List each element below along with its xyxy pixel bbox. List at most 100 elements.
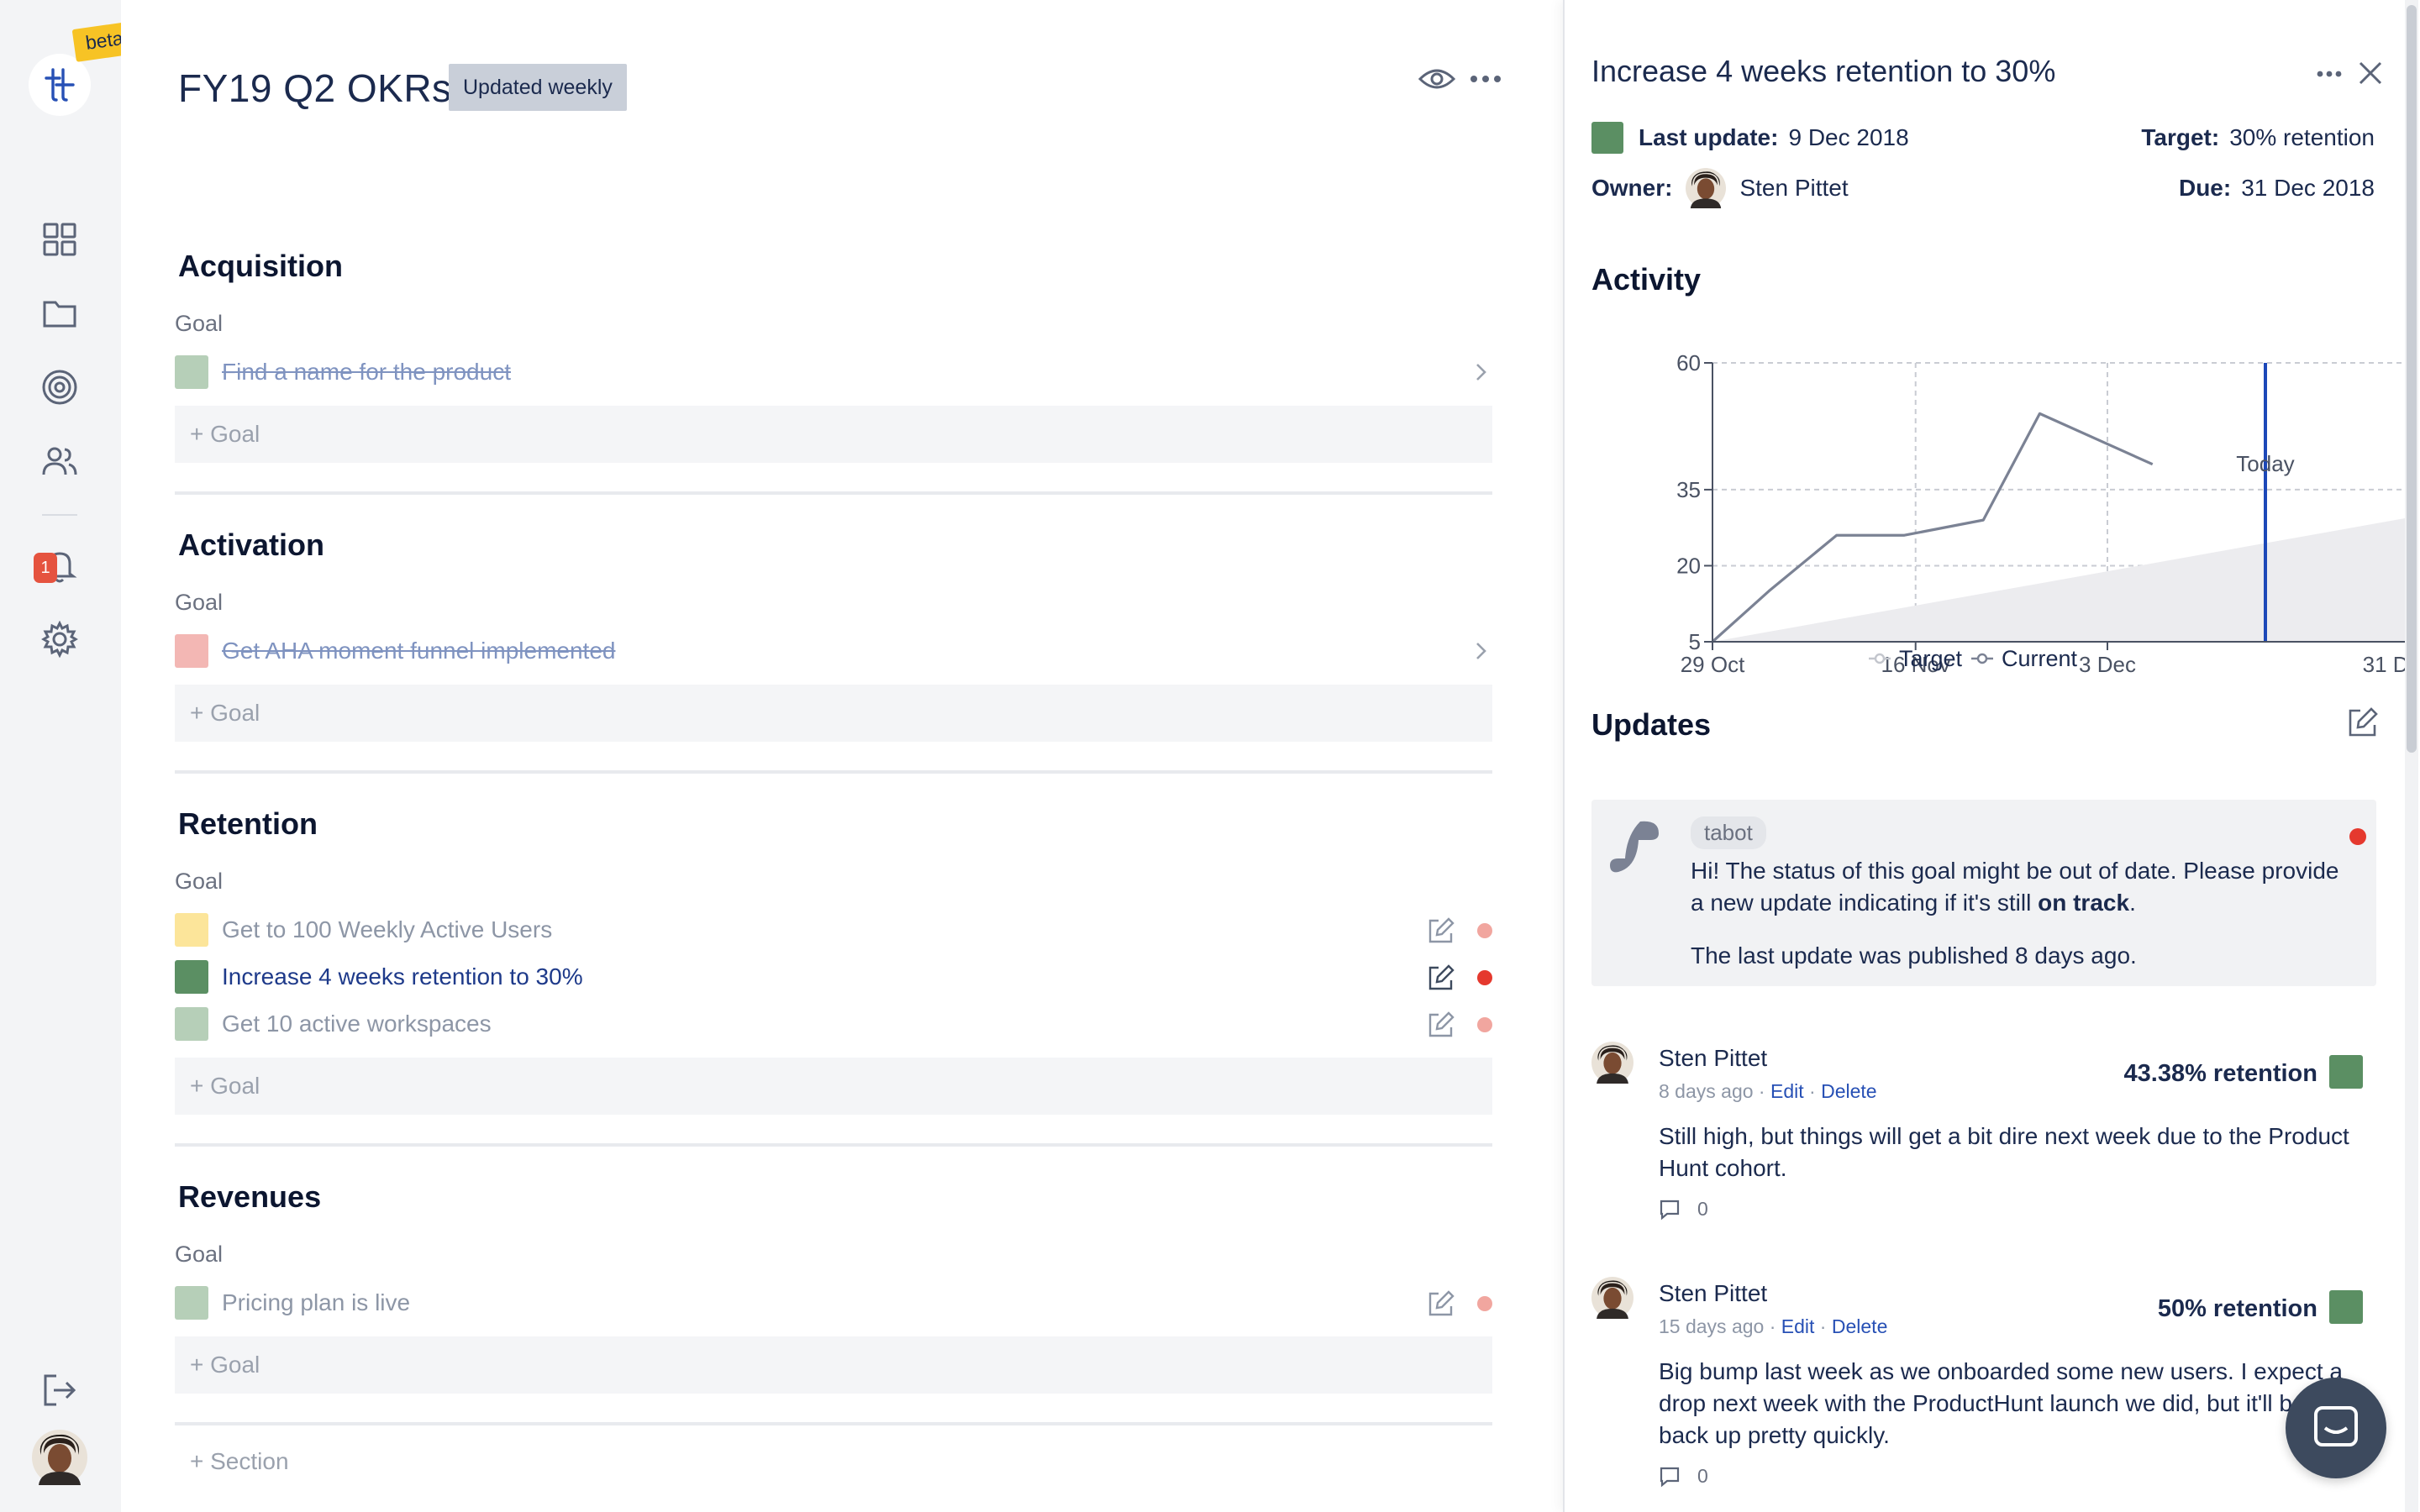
target-group: Target: 30% retention xyxy=(2141,124,2375,151)
author-avatar[interactable] xyxy=(1591,1277,1634,1319)
owner-avatar[interactable] xyxy=(1686,168,1727,208)
goal-label: Goal xyxy=(175,1242,224,1267)
app-logo[interactable] xyxy=(29,54,91,116)
goal-title[interactable]: Increase 4 weeks retention to 30% xyxy=(222,963,583,990)
update-author[interactable]: Sten Pittet xyxy=(1659,1045,1767,1072)
edit-icon[interactable] xyxy=(1427,1289,1455,1318)
goal-row[interactable]: Get AHA moment funnel implemented xyxy=(175,627,1492,675)
today-label: Today xyxy=(2236,451,2294,476)
last-update-label: Last update: xyxy=(1639,124,1779,150)
edit-update-link[interactable]: Edit xyxy=(1781,1315,1815,1337)
add-goal-button[interactable]: + Goal xyxy=(175,685,1492,742)
update-author[interactable]: Sten Pittet xyxy=(1659,1280,1767,1307)
section-revenues: Revenues Goal Pricing plan is live + Goa… xyxy=(175,1179,1492,1425)
edit-icon[interactable] xyxy=(1427,963,1455,992)
delete-update-link[interactable]: Delete xyxy=(1821,1080,1876,1102)
add-section-button[interactable]: + Section xyxy=(190,1448,289,1475)
goal-title[interactable]: Find a name for the product xyxy=(222,359,511,386)
close-icon[interactable] xyxy=(2353,55,2388,91)
status-dot xyxy=(1477,970,1492,985)
comment-icon xyxy=(1660,1200,1680,1220)
x-tick-label: 3 Dec xyxy=(2079,652,2136,677)
dashboard-icon[interactable] xyxy=(40,220,79,259)
legend-label: Current xyxy=(2002,646,2078,671)
add-goal-button[interactable]: + Goal xyxy=(175,1058,1492,1115)
section-title: Activation xyxy=(178,528,325,562)
panel-title: Increase 4 weeks retention to 30% xyxy=(1591,54,2056,88)
status-square[interactable] xyxy=(1591,122,1623,154)
goal-label: Goal xyxy=(175,869,224,894)
update-value: 43.38% retention xyxy=(2123,1060,2317,1087)
update-text: Big bump last week as we onboarded some … xyxy=(1659,1358,2357,1448)
goal-status-square xyxy=(175,1286,208,1320)
bot-name-tag: tabot xyxy=(1691,816,1766,849)
more-options-icon[interactable] xyxy=(2312,57,2346,91)
y-tick-label: 5 xyxy=(1689,629,1701,654)
logout-icon[interactable] xyxy=(40,1371,79,1410)
goal-title[interactable]: Pricing plan is live xyxy=(222,1289,410,1316)
goal-row[interactable]: Get to 100 Weekly Active Users xyxy=(175,906,1492,953)
owner-name[interactable]: Sten Pittet xyxy=(1739,175,1848,202)
goal-label: Goal xyxy=(175,590,224,615)
section-acquisition: Acquisition Goal Find a name for the pro… xyxy=(175,249,1492,495)
status-dot xyxy=(1477,1296,1492,1311)
comments-button[interactable]: 0 xyxy=(1659,1198,1708,1221)
comment-count: 0 xyxy=(1697,1198,1708,1220)
more-options-icon[interactable] xyxy=(1465,59,1506,99)
goal-status-square xyxy=(175,913,208,947)
eye-icon[interactable] xyxy=(1417,59,1457,99)
goal-title[interactable]: Get AHA moment funnel implemented xyxy=(222,638,615,664)
update-meta: 15 days ago · Edit · Delete xyxy=(1659,1315,1888,1337)
goal-title[interactable]: Get to 100 Weekly Active Users xyxy=(222,916,552,943)
edit-icon[interactable] xyxy=(1427,1011,1455,1039)
legend-item[interactable]: Current xyxy=(1971,646,2078,671)
gear-icon[interactable] xyxy=(40,620,79,659)
update-status-square xyxy=(2329,1055,2363,1089)
target-value: 30% retention xyxy=(2229,124,2375,150)
comments-button[interactable]: 0 xyxy=(1659,1465,1708,1488)
goal-row[interactable]: Get 10 active workspaces xyxy=(175,1000,1492,1047)
activity-heading: Activity xyxy=(1591,262,1702,297)
updates-heading: Updates xyxy=(1591,707,1712,742)
goal-row[interactable]: Find a name for the product xyxy=(175,349,1492,396)
edit-icon[interactable] xyxy=(1427,916,1455,945)
y-tick-label: 35 xyxy=(1676,477,1701,502)
activity-chart: Today 5203560 29 Oct16 Nov3 Dec31 Dec Ta… xyxy=(1676,350,2405,677)
panel-scrollbar-thumb[interactable] xyxy=(2407,5,2417,753)
bot-message-footer: The last update was published 8 days ago… xyxy=(1691,942,2137,969)
goal-status-square xyxy=(175,1007,208,1041)
section-divider xyxy=(175,1143,1492,1147)
goal-label: Goal xyxy=(175,311,224,336)
delete-update-link[interactable]: Delete xyxy=(1832,1315,1887,1337)
x-tick-label: 29 Oct xyxy=(1681,652,1745,677)
add-goal-button[interactable]: + Goal xyxy=(175,406,1492,463)
chevron-right-icon[interactable] xyxy=(1469,360,1492,384)
goal-title[interactable]: Get 10 active workspaces xyxy=(222,1011,492,1037)
section-title: Retention xyxy=(178,806,318,841)
frequency-badge[interactable]: Updated weekly xyxy=(449,64,627,111)
new-update-icon[interactable] xyxy=(2346,706,2380,739)
goal-row-selected[interactable]: Increase 4 weeks retention to 30% xyxy=(175,953,1492,1000)
section-divider xyxy=(175,1422,1492,1425)
edit-update-link[interactable]: Edit xyxy=(1770,1080,1804,1102)
tabot-logo-icon xyxy=(1610,821,1659,873)
meta-row-status: Last update: 9 Dec 2018 Target: 30% reten… xyxy=(1591,119,2375,156)
target-label: Target: xyxy=(2141,124,2220,150)
add-goal-button[interactable]: + Goal xyxy=(175,1336,1492,1394)
status-dot xyxy=(1477,1017,1492,1032)
target-series-area xyxy=(1712,518,2405,642)
author-avatar[interactable] xyxy=(1591,1042,1634,1084)
user-avatar[interactable] xyxy=(32,1430,87,1485)
last-update-value: 9 Dec 2018 xyxy=(1788,124,1909,150)
sidebar-rail: beta 1 xyxy=(0,0,138,1512)
bot-message-card: tabot Hi! The status of this goal might … xyxy=(1591,800,2376,986)
section-divider xyxy=(175,770,1492,774)
owner-label: Owner: xyxy=(1591,175,1673,201)
folder-icon[interactable] xyxy=(40,294,79,333)
target-icon[interactable] xyxy=(40,368,79,407)
chevron-right-icon[interactable] xyxy=(1469,639,1492,663)
chat-launcher-button[interactable] xyxy=(2286,1378,2386,1478)
goal-row[interactable]: Pricing plan is live xyxy=(175,1279,1492,1326)
users-icon[interactable] xyxy=(40,442,79,480)
logo-icon xyxy=(45,68,75,102)
